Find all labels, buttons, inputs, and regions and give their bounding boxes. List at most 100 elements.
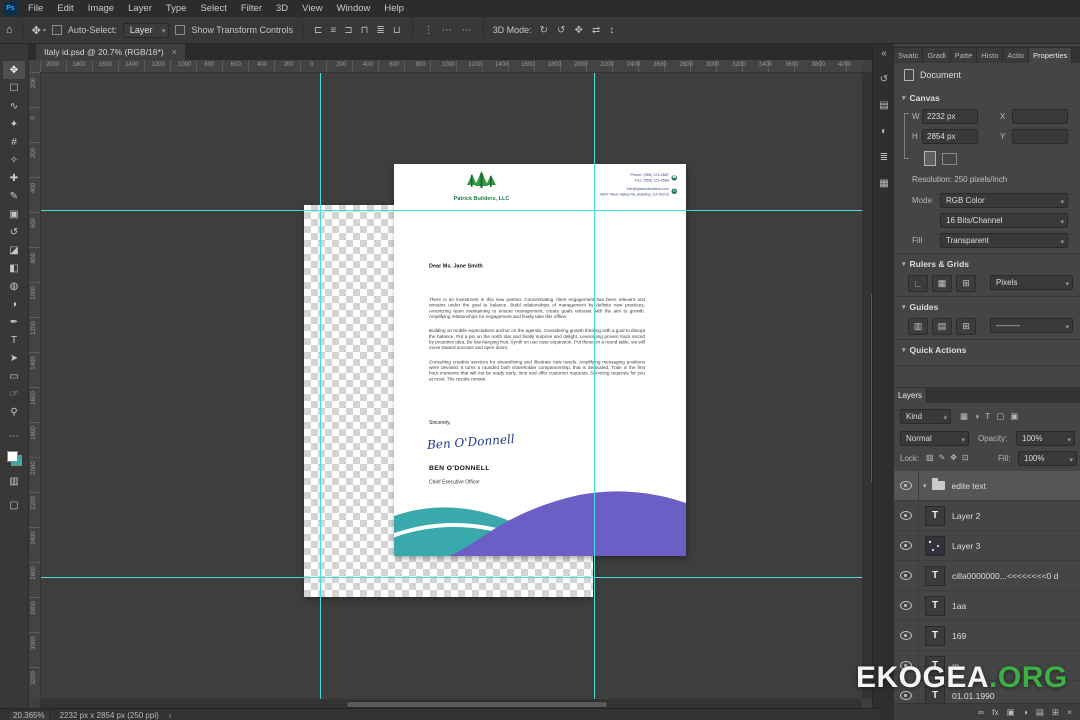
brush-tool[interactable]: ✎ xyxy=(3,187,25,205)
align-center-h-icon[interactable]: ≡ xyxy=(328,25,338,36)
tab-layers[interactable]: Layers xyxy=(894,388,928,403)
tab-gradients[interactable]: Gradi xyxy=(923,48,951,63)
zoom-level-field[interactable]: 20.365% xyxy=(8,709,50,720)
history-brush-tool[interactable]: ↺ xyxy=(3,223,25,241)
hand-tool[interactable]: ☞ xyxy=(3,385,25,403)
new-guide-layout-icon[interactable]: ▥ xyxy=(908,318,928,335)
color-mode-dropdown[interactable]: RGB Color xyxy=(940,193,1068,209)
dock-adjustments-panel-icon[interactable]: ◐ xyxy=(881,126,887,137)
lock-all-icon[interactable]: ⊡ xyxy=(962,453,969,462)
show-transform-checkbox[interactable] xyxy=(175,25,186,35)
layer-filter-kind-dropdown[interactable]: Kind xyxy=(900,409,951,425)
foreground-background-swatches[interactable] xyxy=(6,451,22,466)
horizontal-scrollbar[interactable] xyxy=(40,699,862,708)
align-bottom-icon[interactable]: ⊔ xyxy=(391,25,403,36)
layer-row[interactable]: Layer 3 xyxy=(894,531,1080,561)
healing-brush-tool[interactable]: ✚ xyxy=(3,169,25,187)
guide-vertical[interactable] xyxy=(594,72,595,699)
link-layers-icon[interactable]: ∞ xyxy=(978,707,984,717)
width-input[interactable]: 2232 px xyxy=(922,109,978,124)
filter-smart-objects-icon[interactable]: ▣ xyxy=(1010,411,1018,422)
filter-adjustment-layers-icon[interactable]: ◑ xyxy=(974,411,979,422)
dodge-tool[interactable]: ◑ xyxy=(3,295,25,313)
menu-select[interactable]: Select xyxy=(193,0,233,17)
layer-mask-icon[interactable]: ▣ xyxy=(1007,707,1015,718)
fill-opacity-dropdown[interactable]: 100% xyxy=(1018,451,1077,467)
tab-patterns[interactable]: Patte xyxy=(950,48,978,63)
rulers-grids-section-header[interactable]: ▾ Rulers & Grids xyxy=(902,259,969,269)
more-align-options-icon[interactable]: ⋯ xyxy=(460,25,474,36)
layer-visibility-toggle[interactable] xyxy=(894,591,919,620)
menu-layer[interactable]: Layer xyxy=(121,0,159,17)
menu-type[interactable]: Type xyxy=(159,0,194,17)
layer-row[interactable]: ▾ edite text xyxy=(894,471,1080,501)
menu-edit[interactable]: Edit xyxy=(50,0,80,17)
quick-selection-tool[interactable]: ✦ xyxy=(3,115,25,133)
bit-depth-dropdown[interactable]: 16 Bits/Channel xyxy=(940,213,1068,229)
menu-view[interactable]: View xyxy=(295,0,329,17)
guide-style-dropdown[interactable]: ——— xyxy=(990,318,1073,334)
document-tab[interactable]: Italy id.psd @ 20.7% (RGB/16*) × xyxy=(36,43,185,60)
menu-image[interactable]: Image xyxy=(81,0,121,17)
vertical-scrollbar[interactable] xyxy=(862,72,878,699)
tab-actions[interactable]: Actio xyxy=(1003,48,1030,63)
menu-help[interactable]: Help xyxy=(377,0,411,17)
eraser-tool[interactable]: ◪ xyxy=(3,241,25,259)
layer-visibility-toggle[interactable] xyxy=(894,501,919,530)
horizontal-scrollbar-thumb[interactable] xyxy=(346,701,608,708)
3d-pan-icon[interactable]: ✥ xyxy=(572,25,584,36)
x-input[interactable] xyxy=(1012,109,1068,124)
group-expand-arrow[interactable]: ▾ xyxy=(923,482,927,490)
foreground-color-swatch[interactable] xyxy=(6,451,18,462)
lock-transparency-icon[interactable]: ▨ xyxy=(926,453,934,462)
guide-vertical[interactable] xyxy=(320,72,321,699)
3d-roll-icon[interactable]: ↺ xyxy=(555,25,567,36)
align-center-v-icon[interactable]: ≣ xyxy=(374,25,386,36)
ruler-units-dropdown[interactable]: Pixels xyxy=(990,275,1073,291)
path-selection-tool[interactable]: ➤ xyxy=(3,349,25,367)
move-tool[interactable]: ✥ xyxy=(3,61,25,79)
lasso-tool[interactable]: ∿ xyxy=(3,97,25,115)
layer-visibility-toggle[interactable] xyxy=(894,531,919,560)
menu-file[interactable]: File xyxy=(21,0,50,17)
tab-swatches[interactable]: Swatc xyxy=(894,48,924,63)
crop-tool[interactable]: # xyxy=(3,133,25,151)
distribute-horizontal-icon[interactable]: ⋯ xyxy=(440,25,454,36)
guides-section-header[interactable]: ▾ Guides xyxy=(902,302,938,312)
dock-history-panel-icon[interactable]: ↺ xyxy=(880,74,888,85)
type-tool[interactable]: T xyxy=(3,331,25,349)
layer-row[interactable]: Tcilla0000000...<<<<<<<<0 d xyxy=(894,561,1080,591)
quick-actions-section-header[interactable]: ▾ Quick Actions xyxy=(902,345,966,355)
dock-color-panel-icon[interactable]: ▦ xyxy=(879,178,888,189)
pen-tool[interactable]: ✒ xyxy=(3,313,25,331)
3d-orbit-icon[interactable]: ↻ xyxy=(538,25,550,36)
auto-select-checkbox[interactable] xyxy=(51,25,62,35)
layer-row[interactable]: T 169 xyxy=(894,621,1080,651)
align-right-icon[interactable]: ⊐ xyxy=(342,25,354,36)
letter-document[interactable]: Patrick Builders, LLC Phone: (555) 123-4… xyxy=(394,164,686,556)
toggle-rulers-icon[interactable]: ∟ xyxy=(908,275,928,292)
layer-row[interactable]: T Layer 2 xyxy=(894,501,1080,531)
gradient-tool[interactable]: ◧ xyxy=(3,259,25,277)
canvas-section-header[interactable]: ▾ Canvas xyxy=(902,93,940,103)
orientation-landscape-icon[interactable] xyxy=(942,153,957,165)
layer-visibility-toggle[interactable] xyxy=(894,471,919,500)
y-input[interactable] xyxy=(1012,129,1068,144)
clone-stamp-tool[interactable]: ▣ xyxy=(3,205,25,223)
edit-toolbar-icon[interactable]: ⋯ xyxy=(3,427,25,445)
filter-type-layers-icon[interactable]: T xyxy=(985,411,990,422)
clear-guides-icon[interactable]: ⊞ xyxy=(956,318,976,335)
lock-pixels-icon[interactable]: ✎ xyxy=(939,453,946,462)
align-top-icon[interactable]: ⊓ xyxy=(359,25,371,36)
zoom-tool[interactable]: ⚲ xyxy=(3,403,25,421)
status-arrow-icon[interactable]: › xyxy=(169,711,172,720)
shape-tool[interactable]: ▭ xyxy=(3,367,25,385)
collapse-panels-icon[interactable]: « xyxy=(881,48,887,59)
layer-row[interactable]: T 1aa xyxy=(894,591,1080,621)
height-input[interactable]: 2854 px xyxy=(922,129,978,144)
layer-visibility-toggle[interactable] xyxy=(894,561,919,590)
lock-position-icon[interactable]: ✥ xyxy=(950,453,957,462)
distribute-vertical-icon[interactable]: ⋮ xyxy=(422,25,436,36)
opacity-dropdown[interactable]: 100% xyxy=(1016,431,1075,447)
canvas-fill-dropdown[interactable]: Transparent xyxy=(940,233,1068,249)
